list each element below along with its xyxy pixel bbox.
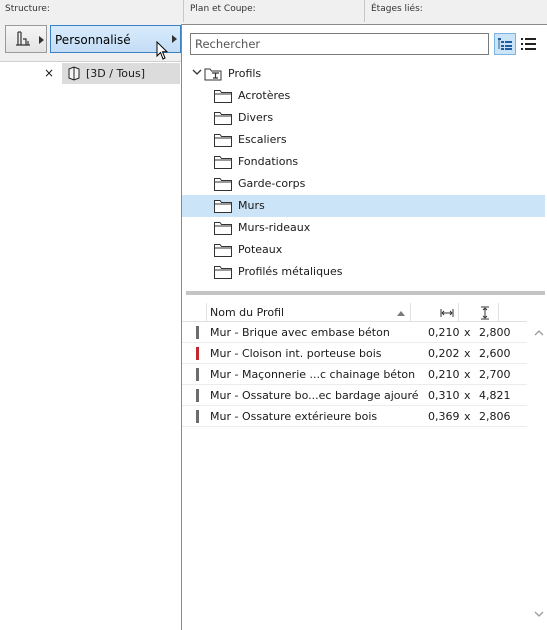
search-input[interactable]: [191, 34, 488, 54]
tree-folder-label: Murs-rideaux: [238, 221, 311, 234]
structure-type-button[interactable]: [5, 25, 47, 53]
height-icon[interactable]: [480, 306, 490, 320]
tree-folder-item[interactable]: Fondations: [182, 151, 545, 173]
table-row[interactable]: Mur - Maçonnerie ...c chainage béton 0,21…: [182, 364, 527, 385]
profile-color-swatch: [196, 368, 199, 381]
tree-folder-item[interactable]: Garde-corps: [182, 173, 545, 195]
profile-name: Mur - Maçonnerie ...c chainage béton: [210, 368, 416, 381]
tree-folder-label: Acrotères: [238, 89, 291, 102]
column-divider: [458, 303, 459, 322]
dimension-separator: x: [464, 326, 471, 339]
profile-width: 0,210: [428, 368, 460, 381]
tree-folder-item[interactable]: Acrotères: [182, 85, 545, 107]
dimension-separator: x: [464, 347, 471, 360]
column-divider: [410, 303, 411, 322]
view-tab-row: × [3D / Tous]: [40, 63, 181, 84]
tree-folder-item[interactable]: Murs-rideaux: [182, 217, 545, 239]
tree-folder-item[interactable]: Poteaux: [182, 239, 545, 261]
column-divider: [498, 303, 499, 322]
dimension-separator: x: [464, 410, 471, 423]
tree-root-label: Profils: [228, 67, 262, 80]
tree-folder-item[interactable]: Divers: [182, 107, 545, 129]
folder-icon: [214, 112, 232, 125]
profile-height: 4,821: [479, 389, 511, 402]
tree-folder-label: Poteaux: [238, 243, 283, 256]
profile-name: Mur - Ossature extérieure bois: [210, 410, 378, 423]
etages-lies-label: Étages liés:: [371, 4, 423, 14]
profile-width: 0,210: [428, 326, 460, 339]
structure-label: Structure:: [5, 4, 50, 14]
divider: [183, 0, 184, 22]
profile-name: Mur - Ossature bo...ec bardage ajouré: [210, 389, 419, 402]
profile-height: 2,800: [479, 326, 511, 339]
tree-folder-item[interactable]: Escaliers: [182, 129, 545, 151]
scroll-down-icon[interactable]: [534, 610, 544, 618]
profile-name: Mur - Brique avec embase béton: [210, 326, 390, 339]
profile-width: 0,369: [428, 410, 460, 423]
mouse-cursor-icon: [156, 41, 169, 60]
folder-icon: [214, 134, 232, 147]
tree-folder-label: Murs: [238, 199, 265, 212]
chevron-down-icon[interactable]: [192, 67, 202, 80]
profile-color-swatch: [196, 326, 199, 339]
table-row[interactable]: Mur - Ossature extérieure bois 0,369 x 2,80…: [182, 406, 527, 427]
chevron-right-icon: [39, 36, 44, 44]
tree-root-profils[interactable]: Profils: [182, 63, 545, 85]
plan-coupe-label: Plan et Coupe:: [190, 4, 256, 14]
profile-selector-label: Personnalisé: [55, 33, 131, 47]
tree-folder-label: Escaliers: [238, 133, 287, 146]
tree-folder-item[interactable]: Murs: [182, 195, 545, 217]
tree-list-icon: [498, 38, 512, 50]
width-icon[interactable]: [440, 308, 454, 318]
view-tab-label: [3D / Tous]: [86, 67, 146, 80]
tree-folder-label: Profilés métaliques: [238, 265, 343, 278]
dimension-separator: x: [464, 368, 471, 381]
column-divider: [206, 303, 207, 322]
close-view-button[interactable]: ×: [44, 66, 54, 80]
column-header-name[interactable]: Nom du Profil: [210, 306, 284, 319]
divider: [364, 0, 365, 22]
profile-width: 0,202: [428, 347, 460, 360]
folder-icon: [214, 90, 232, 103]
sort-ascending-icon[interactable]: [396, 309, 406, 317]
profile-height: 2,806: [479, 410, 511, 423]
profile-library-icon: [204, 68, 222, 81]
folder-icon: [214, 156, 232, 169]
profile-picker-panel: Profils Acrotères Divers Escaliers Fondatio…: [181, 24, 547, 630]
tree-folder-item[interactable]: Profilés métaliques: [182, 261, 545, 283]
view-tab[interactable]: [3D / Tous]: [62, 63, 180, 84]
table-row[interactable]: Mur - Cloison int. porteuse bois 0,202 x 2,…: [182, 343, 527, 364]
folder-icon: [214, 200, 232, 213]
list-icon: [521, 38, 536, 50]
table-scrollbar[interactable]: [531, 323, 547, 623]
search-field[interactable]: [190, 33, 489, 55]
folder-icon: [214, 178, 232, 191]
profile-height: 2,600: [479, 347, 511, 360]
profile-color-swatch: [196, 410, 199, 423]
profile-width: 0,310: [428, 389, 460, 402]
table-row[interactable]: Mur - Brique avec embase béton 0,210 x 2,80…: [182, 322, 527, 343]
tree-view-button[interactable]: [494, 33, 516, 55]
list-view-button[interactable]: [518, 33, 540, 55]
splitter[interactable]: [186, 291, 545, 295]
tree-folder-label: Garde-corps: [238, 177, 306, 190]
composite-wall-icon: [16, 31, 30, 46]
folder-icon: [214, 244, 232, 257]
folder-icon: [214, 222, 232, 235]
profile-name: Mur - Cloison int. porteuse bois: [210, 347, 382, 360]
profile-color-swatch: [196, 389, 199, 402]
folder-icon: [214, 266, 232, 279]
scroll-up-icon[interactable]: [534, 329, 544, 337]
chevron-right-icon: [172, 35, 177, 43]
table-header: Nom du Profil: [182, 303, 527, 322]
table-row[interactable]: Mur - Ossature bo...ec bardage ajouré 0,3…: [182, 385, 527, 406]
profile-color-swatch: [196, 347, 199, 360]
tree-folder-label: Fondations: [238, 155, 299, 168]
profile-height: 2,700: [479, 368, 511, 381]
3d-cube-icon: [68, 66, 80, 81]
dimension-separator: x: [464, 389, 471, 402]
tree-folder-label: Divers: [238, 111, 274, 124]
